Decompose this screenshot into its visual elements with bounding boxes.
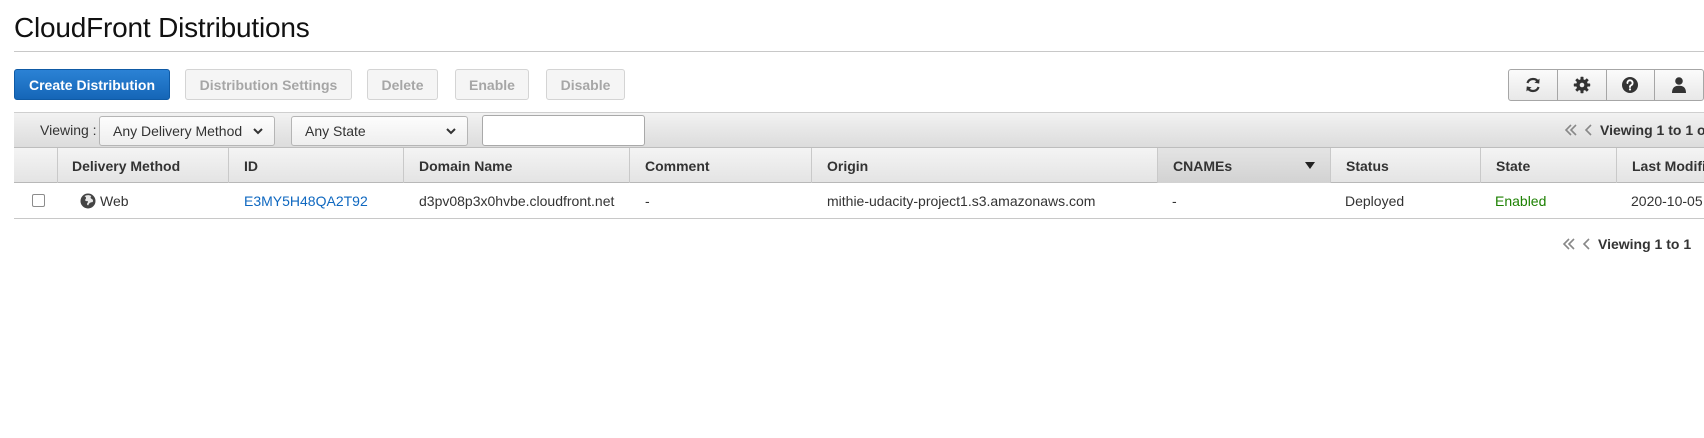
column-header-id[interactable]: ID [228, 148, 403, 183]
delivery-method-select[interactable]: Any Delivery Method [99, 116, 275, 146]
column-header-status[interactable]: Status [1330, 148, 1480, 183]
search-input[interactable] [482, 115, 645, 146]
cell-origin: mithie-udacity-project1.s3.amazonaws.com [827, 193, 1096, 209]
delivery-method-value: Any Delivery Method [113, 123, 243, 139]
cell-last-modified: 2020-10-05 1 [1631, 193, 1704, 209]
refresh-button[interactable] [1509, 70, 1558, 100]
column-header-origin[interactable]: Origin [811, 148, 1157, 183]
delivery-method-text: Web [100, 193, 129, 209]
globe-icon [80, 193, 96, 209]
column-header-cnames-label: CNAMEs [1173, 157, 1233, 174]
viewing-label: Viewing : [40, 122, 97, 138]
chevron-down-icon [446, 128, 456, 135]
delete-button[interactable]: Delete [367, 69, 438, 100]
sort-descending-icon [1305, 162, 1315, 169]
help-button[interactable] [1607, 70, 1656, 100]
pagination-text: Viewing 1 to 1 o [1600, 122, 1704, 138]
pagination-top: Viewing 1 to 1 o [1564, 122, 1704, 138]
cell-comment: - [645, 193, 650, 209]
distribution-settings-button[interactable]: Distribution Settings [185, 69, 352, 100]
column-header-delivery-method[interactable]: Delivery Method [57, 148, 228, 183]
column-header-last-modified[interactable]: Last Modified [1616, 148, 1704, 183]
gear-icon [1573, 76, 1590, 94]
pagination-text: Viewing 1 to 1 [1598, 236, 1692, 252]
enable-button[interactable]: Enable [455, 69, 529, 100]
column-header-comment[interactable]: Comment [629, 148, 811, 183]
user-button[interactable] [1655, 70, 1703, 100]
cell-domain-name: d3pv08p3x0hvbe.cloudfront.net [419, 193, 615, 209]
first-page-icon[interactable] [1564, 123, 1578, 137]
page-title: CloudFront Distributions [14, 12, 310, 43]
cell-state: Enabled [1495, 193, 1547, 209]
create-distribution-button[interactable]: Create Distribution [14, 69, 170, 100]
cell-cnames: - [1172, 193, 1177, 209]
cell-delivery-method: Web [80, 183, 129, 219]
pagination-bottom: Viewing 1 to 1 [1562, 236, 1691, 252]
first-page-icon[interactable] [1562, 237, 1576, 251]
column-header-cnames[interactable]: CNAMEs [1157, 148, 1330, 183]
previous-page-icon[interactable] [1582, 237, 1592, 251]
settings-button[interactable] [1558, 70, 1607, 100]
help-icon [1622, 77, 1639, 93]
column-header-domain-name[interactable]: Domain Name [403, 148, 629, 183]
column-header-state[interactable]: State [1480, 148, 1616, 183]
title-divider [14, 51, 1704, 52]
state-value: Any State [305, 123, 366, 139]
table-row[interactable]: Web E3MY5H48QA2T92 d3pv08p3x0hvbe.cloudf… [14, 183, 1704, 219]
toolbar-icon-group [1508, 69, 1704, 101]
table-header: Delivery Method ID Domain Name Comment O… [14, 148, 1704, 183]
distribution-id-link[interactable]: E3MY5H48QA2T92 [244, 183, 368, 219]
cell-status: Deployed [1345, 193, 1405, 209]
user-icon [1672, 77, 1687, 93]
refresh-icon [1526, 77, 1540, 93]
row-checkbox[interactable] [32, 194, 45, 207]
previous-page-icon[interactable] [1584, 123, 1594, 137]
disable-button[interactable]: Disable [546, 69, 625, 100]
filter-bar: Viewing : Any Delivery Method Any State … [14, 112, 1704, 148]
column-header-select [14, 148, 57, 183]
state-select[interactable]: Any State [291, 116, 468, 146]
chevron-down-icon [253, 128, 263, 135]
